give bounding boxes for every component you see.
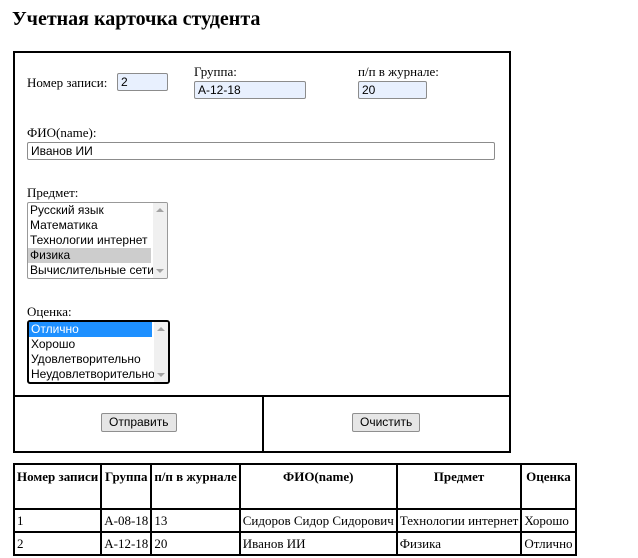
grade-label: Оценка: <box>27 304 72 319</box>
subject-option[interactable]: Русский язык <box>28 203 151 218</box>
table-cell: 20 <box>150 531 241 556</box>
column-header: Номер записи <box>12 463 103 510</box>
table-cell: 2 <box>12 531 103 556</box>
table-cell: Сидоров Сидор Сидорович <box>238 508 398 533</box>
table-cell: Отлично <box>520 531 577 556</box>
table-cell: А-12-18 <box>100 531 153 556</box>
grade-option[interactable]: Хорошо <box>29 337 152 352</box>
table-cell: Иванов ИИ <box>238 531 398 556</box>
grade-option[interactable]: Неудовлетворительно <box>29 367 155 382</box>
records-table: Номер записи Группа п/п в журнале ФИО(na… <box>12 463 577 556</box>
table-cell: 1 <box>12 508 103 533</box>
column-header: Оценка <box>520 463 577 510</box>
group-input[interactable]: А-12-18 <box>194 81 306 99</box>
scrollbar[interactable] <box>153 203 167 278</box>
group-label: Группа: <box>194 64 237 79</box>
table-cell: Технологии интернет <box>395 508 523 533</box>
subject-option[interactable]: Математика <box>28 218 151 233</box>
name-input[interactable]: Иванов ИИ <box>27 142 495 160</box>
column-header: п/п в журнале <box>150 463 241 510</box>
subject-option[interactable]: Технологии интернет <box>28 233 151 248</box>
subject-listbox[interactable]: Русский язык Математика Технологии интер… <box>27 202 168 279</box>
grade-option[interactable]: Удовлетворительно <box>29 352 152 367</box>
divider <box>262 395 264 451</box>
scroll-up-icon[interactable] <box>157 327 165 331</box>
subject-option[interactable]: Вычислительные сети <box>28 263 154 278</box>
table-row: 2 А-12-18 20 Иванов ИИ Физика Отлично <box>12 531 577 556</box>
journal-number-input[interactable]: 20 <box>358 81 427 99</box>
column-header: ФИО(name) <box>238 463 398 510</box>
submit-button[interactable]: Отправить <box>101 413 177 432</box>
scrollbar[interactable] <box>154 322 168 382</box>
table-cell: 13 <box>150 508 241 533</box>
record-number-input[interactable]: 2 <box>117 73 168 91</box>
scroll-up-icon[interactable] <box>156 208 164 212</box>
name-label: ФИО(name): <box>27 125 97 140</box>
page-title: Учетная карточка студента <box>12 8 261 30</box>
table-cell: Физика <box>395 531 523 556</box>
table-cell: А-08-18 <box>100 508 153 533</box>
table-row: 1 А-08-18 13 Сидоров Сидор Сидорович Тех… <box>12 508 577 533</box>
scroll-down-icon[interactable] <box>156 269 164 273</box>
journal-number-label: п/п в журнале: <box>358 64 439 79</box>
column-header: Группа <box>100 463 153 510</box>
table-header-row: Номер записи Группа п/п в журнале ФИО(na… <box>12 463 577 510</box>
subject-option-selected[interactable]: Физика <box>28 248 151 263</box>
record-number-label: Номер записи: <box>27 75 108 90</box>
column-header: Предмет <box>395 463 523 510</box>
grade-listbox[interactable]: Отлично Хорошо Удовлетворительно Неудовл… <box>27 320 170 384</box>
clear-button[interactable]: Очистить <box>352 413 421 432</box>
scroll-down-icon[interactable] <box>157 373 165 377</box>
subject-label: Предмет: <box>27 185 79 200</box>
table-cell: Хорошо <box>520 508 577 533</box>
grade-option-selected[interactable]: Отлично <box>29 322 152 337</box>
